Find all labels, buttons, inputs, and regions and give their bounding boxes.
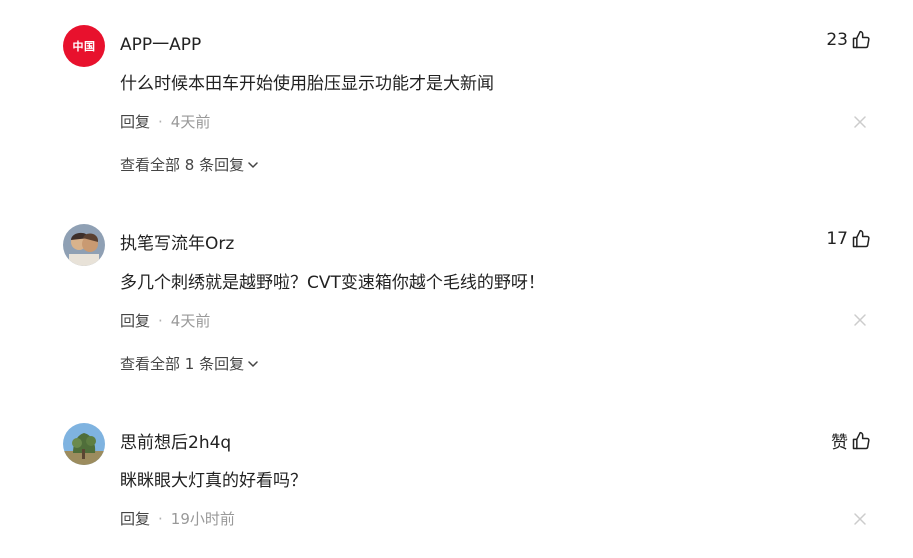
like-count: 23 (826, 30, 848, 50)
reply-button[interactable]: 回复 (120, 310, 150, 331)
close-icon[interactable] (853, 512, 867, 526)
avatar[interactable] (63, 423, 105, 465)
chevron-down-icon (248, 360, 258, 367)
close-icon[interactable] (853, 313, 867, 327)
timestamp: 4天前 (170, 113, 211, 131)
like-button[interactable]: 17 (826, 229, 871, 249)
timestamp: 4天前 (170, 312, 211, 330)
close-icon[interactable] (853, 115, 867, 129)
like-button[interactable]: 赞 (831, 428, 871, 453)
view-replies-button[interactable]: 查看全部 1 条回复 (120, 353, 259, 374)
like-count: 17 (826, 229, 848, 249)
avatar-text: 中国 (72, 40, 96, 53)
username[interactable]: 思前想后2h4q (120, 428, 231, 453)
comment-meta: 回复 · 4天前 (120, 111, 210, 132)
thumbs-up-icon (852, 229, 870, 248)
avatar[interactable]: 中国 (63, 25, 105, 67)
username[interactable]: 执笔写流年Orz (120, 229, 234, 254)
view-replies-label: 查看全部 8 条回复 (120, 156, 245, 174)
view-replies-button[interactable]: 查看全部 8 条回复 (120, 154, 259, 175)
comment-content: 什么时候本田车开始使用胎压显示功能才是大新闻 (120, 74, 494, 94)
username[interactable]: APP一APP (120, 30, 201, 55)
chevron-down-icon (248, 161, 258, 168)
reply-button[interactable]: 回复 (120, 111, 150, 132)
separator-dot: · (158, 311, 163, 330)
reply-button[interactable]: 回复 (120, 508, 150, 529)
separator-dot: · (158, 112, 163, 131)
comment-meta: 回复 · 19小时前 (120, 508, 235, 529)
like-button[interactable]: 23 (826, 30, 871, 50)
separator-dot: · (158, 509, 163, 528)
comment-content: 多几个刺绣就是越野啦？CVT变速箱你越个毛线的野呀！ (120, 273, 545, 293)
timestamp: 19小时前 (170, 510, 235, 528)
comment-meta: 回复 · 4天前 (120, 310, 210, 331)
avatar[interactable] (63, 224, 105, 266)
comment-content: 眯眯眼大灯真的好看吗？ (120, 471, 307, 491)
like-count: 赞 (831, 433, 848, 453)
thumbs-up-icon (852, 431, 870, 449)
view-replies-label: 查看全部 1 条回复 (120, 355, 245, 373)
thumbs-up-icon (852, 30, 870, 49)
